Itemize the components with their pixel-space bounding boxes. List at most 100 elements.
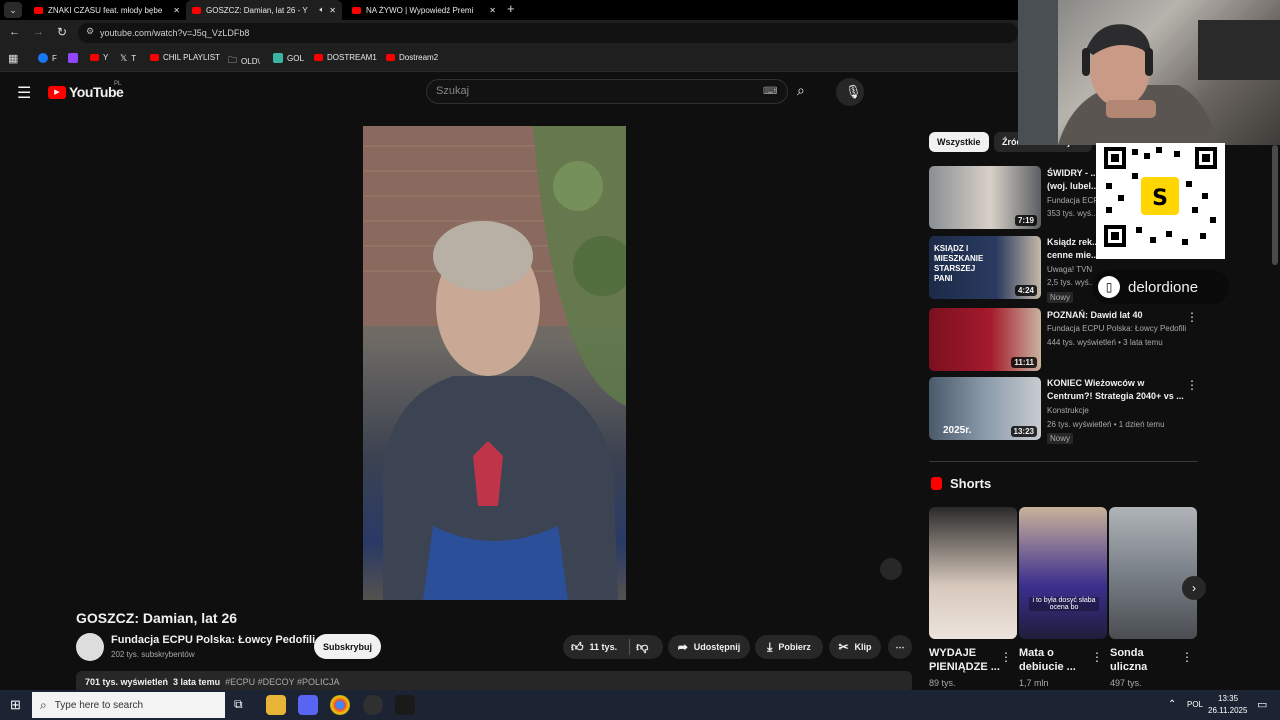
short-title-line2[interactable]: PIENIĄDZE ... (929, 660, 1000, 674)
related-channel[interactable]: Konstrukcje (1047, 406, 1089, 415)
close-icon[interactable]: ✕ (329, 6, 336, 15)
bookmark-folder-old[interactable]: 🗀 OLD\ (228, 53, 260, 69)
like-count[interactable]: 11 tys. (590, 642, 618, 652)
clock-time[interactable]: 13:35 (1218, 694, 1238, 703)
close-icon[interactable]: ✕ (173, 6, 180, 15)
youtube-icon (386, 54, 395, 61)
short-thumb[interactable]: i to była dosyć słaba ocena bo (1019, 507, 1107, 639)
bookmark-label: GOL (287, 53, 304, 63)
bookmark-gol[interactable]: GOL (273, 53, 304, 63)
voice-search-button[interactable]: 🎙︎ (836, 78, 864, 106)
search-input[interactable]: Szukaj ⌨ (426, 79, 788, 104)
speaker-icon[interactable]: 🔈︎ (319, 5, 324, 15)
discord-icon[interactable] (298, 695, 318, 715)
related-title[interactable]: KONIEC Wieżowców w (1047, 378, 1144, 388)
chip-all[interactable]: Wszystkie (929, 132, 989, 152)
new-badge: Nowy (1047, 433, 1074, 444)
short-title-line2[interactable]: uliczna (1110, 660, 1147, 674)
short-title-line2[interactable]: debiucie ... (1019, 660, 1076, 674)
new-badge: Nowy (1047, 292, 1074, 303)
more-vertical-icon[interactable]: ⋮ (1000, 650, 1012, 664)
notifications-icon[interactable]: ▭ (1257, 698, 1267, 711)
related-thumb[interactable]: KSIĄDZ I MIESZKANIE STARSZEJ PANI 4:24 (929, 236, 1041, 299)
forward-arrow-icon[interactable]: → (33, 26, 44, 38)
more-vertical-icon[interactable]: ⋮ (1186, 378, 1198, 392)
youtube-logo[interactable]: ▶ YouTube (48, 84, 124, 100)
tray-chevron-up-icon[interactable]: ⌃ (1168, 699, 1176, 710)
clip-button[interactable]: ✂ Klip (829, 635, 881, 659)
channel-avatar[interactable] (76, 633, 104, 661)
short-thumb[interactable] (929, 507, 1017, 639)
more-vertical-icon[interactable]: ⋮ (1091, 650, 1103, 664)
short-title[interactable]: Sonda (1110, 646, 1144, 660)
bookmark-t[interactable]: 𝕏T (120, 53, 136, 64)
thumbs-up-icon[interactable]: 👍︎ (571, 640, 584, 655)
hashtags[interactable]: #ECPU #DECOY #POLICJA (225, 677, 339, 687)
related-channel[interactable]: Fundacja ECPU Polska: Łowcy Pedofili (1047, 324, 1186, 333)
tab-3[interactable]: NA ŻYWO | Wypowiedź Premi ✕ (346, 0, 502, 20)
download-button[interactable]: ⤓ Pobierz (755, 635, 823, 659)
app-icon[interactable] (395, 695, 415, 715)
channel-name[interactable]: Fundacja ECPU Polska: Łowcy Pedofili (111, 634, 315, 646)
close-icon[interactable]: ✕ (489, 6, 496, 15)
back-arrow-icon[interactable]: ← (9, 26, 20, 38)
related-title-line2[interactable]: (woj. lubel... (1047, 181, 1099, 191)
search-button[interactable]: ⌕ (788, 79, 824, 104)
page-scrollbar[interactable] (1272, 145, 1278, 265)
menu-hamburger-icon[interactable]: ☰ (17, 83, 31, 103)
short-title[interactable]: Mata o (1019, 646, 1054, 660)
related-title-line2[interactable]: Centrum?! Strategia 2040+ vs ... (1047, 391, 1184, 401)
short-thumb[interactable] (1109, 507, 1197, 639)
more-actions-button[interactable]: ⋯ (888, 635, 912, 659)
like-dislike-group: 👍︎ 11 tys. 👎︎ (563, 635, 663, 659)
related-thumb[interactable]: 7:19 (929, 166, 1041, 229)
bookmark-f[interactable]: F (38, 53, 57, 63)
bookmark-label: CHIL PLAYLIST (163, 53, 220, 62)
obs-icon[interactable] (363, 695, 383, 715)
related-thumb[interactable]: 11:11 (929, 308, 1041, 371)
clock-date[interactable]: 26.11.2025 (1208, 706, 1247, 715)
related-meta: 353 tys. wyś... (1047, 209, 1098, 218)
task-view-icon[interactable]: ⧉ (234, 697, 243, 712)
windows-start-icon[interactable]: ⊞ (10, 697, 21, 713)
share-button[interactable]: ➦ Udostępnij (668, 635, 750, 659)
taskbar-search-input[interactable]: ⌕ Type here to search (32, 692, 225, 718)
subscribe-button[interactable]: Subskrybuj (314, 634, 381, 659)
short-title[interactable]: WYDAJE (929, 646, 976, 660)
reload-icon[interactable]: ↻ (57, 25, 67, 39)
bookmark-chil-playlist[interactable]: CHIL PLAYLIST (150, 53, 220, 62)
youtube-icon (90, 54, 99, 61)
video-player[interactable] (363, 126, 633, 600)
new-tab-plus-icon[interactable]: + (507, 1, 515, 16)
related-thumb[interactable]: 2025r. 13:23 (929, 377, 1041, 440)
bookmark-label: DOSTREAM1 (327, 53, 377, 62)
duration-badge: 7:19 (1014, 215, 1037, 226)
bookmark-dostream1[interactable]: DOSTREAM1 (314, 53, 377, 62)
related-title[interactable]: POZNAŃ: Dawid lat 40 (1047, 310, 1143, 320)
bookmark-twitch[interactable] (68, 53, 78, 63)
related-channel[interactable]: Uwaga! TVN (1047, 265, 1092, 274)
channel-watermark-icon[interactable] (880, 558, 902, 580)
bookmark-label: T (131, 54, 137, 63)
more-vertical-icon[interactable]: ⋮ (1181, 650, 1193, 664)
apps-grid-icon[interactable]: ▦ (8, 52, 18, 65)
tab-2-active[interactable]: GOSZCZ: Damian, lat 26 - Y 🔈︎ ✕ (186, 0, 342, 20)
chrome-icon[interactable] (330, 695, 350, 715)
download-icon: ⤓ (767, 639, 773, 654)
thumbs-down-icon[interactable]: 👎︎ (636, 640, 648, 655)
related-title-line2[interactable]: cenne mie... (1047, 250, 1099, 260)
more-vertical-icon[interactable]: ⋮ (1186, 310, 1198, 324)
related-title[interactable]: Ksiądz rek... (1047, 237, 1100, 247)
file-explorer-icon[interactable] (266, 695, 286, 715)
social-handle-overlay: ▯ delordione (1092, 270, 1229, 304)
keyboard-icon[interactable]: ⌨ (763, 86, 777, 97)
tab-1[interactable]: ZNAKI CZASU feat. młody bębe ✕ (28, 0, 186, 20)
related-title[interactable]: ŚWIDRY - ... (1047, 168, 1098, 178)
download-label: Pobierz (778, 642, 811, 652)
bookmark-dostream2[interactable]: Dostream2 (386, 53, 438, 62)
bookmark-y[interactable]: Y (90, 53, 108, 62)
chevron-right-icon[interactable]: › (1182, 576, 1206, 600)
tab-search-chevron-icon[interactable]: ⌄ (4, 2, 22, 18)
language-indicator[interactable]: POL (1187, 700, 1203, 709)
site-info-icon[interactable]: ⚙ (86, 26, 94, 37)
